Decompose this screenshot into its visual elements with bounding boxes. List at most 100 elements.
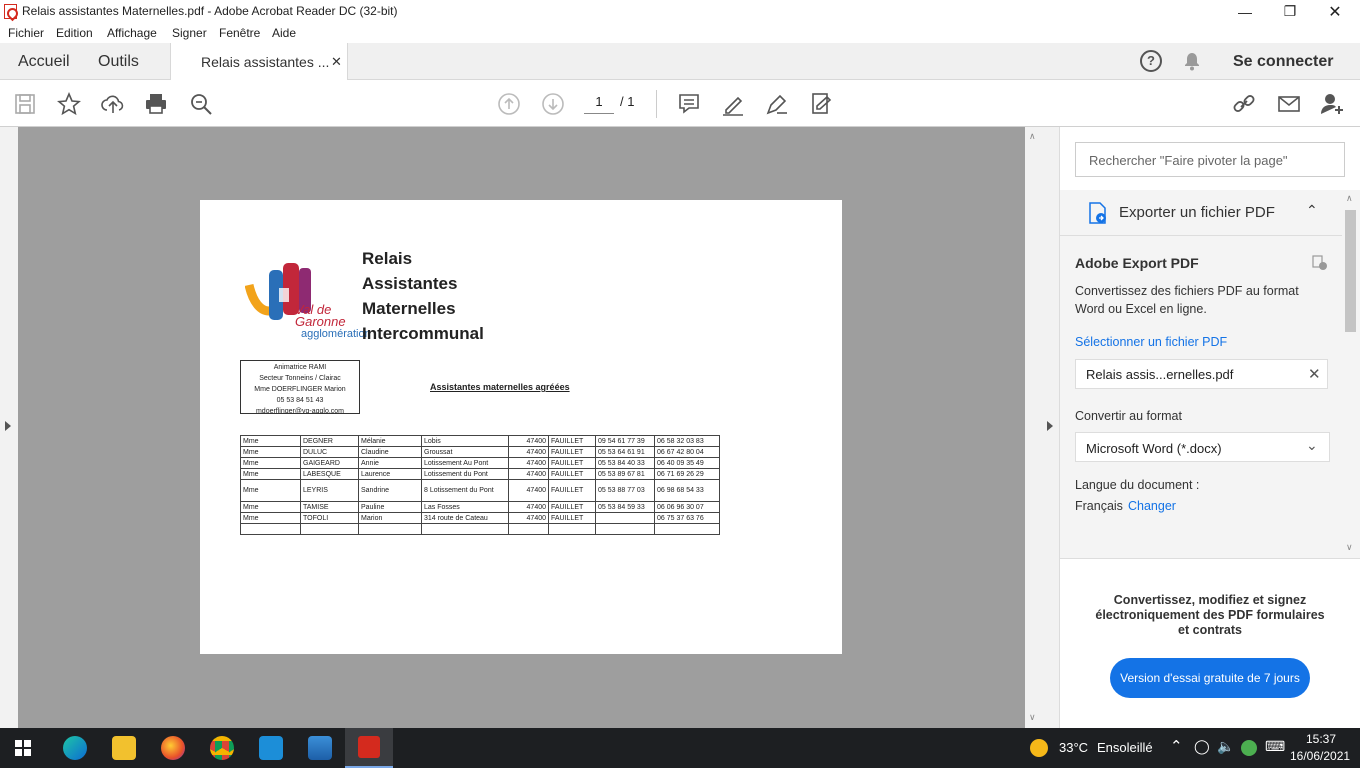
- val-de-garonne-logo: Val de Garonne agglomération: [244, 260, 371, 340]
- table-cell: Mme: [240, 457, 301, 469]
- table-row: Mme LEYRIS Sandrine 8 Lotissement du Pont 47…: [240, 479, 720, 502]
- panel-scroll-thumb[interactable]: [1345, 210, 1356, 332]
- tools-search-input[interactable]: Rechercher "Faire pivoter la page": [1075, 142, 1345, 177]
- file-explorer-icon[interactable]: [112, 736, 136, 760]
- table-cell: 47400: [508, 512, 549, 524]
- acrobat-taskbar-button[interactable]: [345, 728, 393, 768]
- menu-aide[interactable]: Aide: [272, 26, 296, 40]
- window-title: Relais assistantes Maternelles.pdf - Ado…: [22, 4, 398, 18]
- export-pdf-icon: [1085, 201, 1109, 225]
- weather-description[interactable]: Ensoleillé: [1097, 740, 1153, 755]
- tab-accueil[interactable]: Accueil: [18, 43, 70, 80]
- clock-time[interactable]: 15:37: [1306, 732, 1336, 746]
- network-icon[interactable]: ◯: [1194, 738, 1210, 755]
- clock-date[interactable]: 16/06/2021: [1290, 749, 1350, 763]
- table-cell: Lobis: [421, 435, 509, 447]
- share-link-icon[interactable]: [1231, 91, 1257, 117]
- panel-scrollbar[interactable]: ∧ ∨: [1342, 190, 1360, 558]
- table-cell: FAUILLET: [548, 479, 596, 502]
- info-icon[interactable]: [1312, 255, 1328, 271]
- panel-scroll-up-icon[interactable]: ∧: [1346, 193, 1353, 204]
- export-pdf-title[interactable]: Exporter un fichier PDF: [1119, 204, 1275, 221]
- scroll-down-icon[interactable]: ∨: [1029, 712, 1036, 723]
- volume-muted-icon[interactable]: 🔈: [1217, 738, 1234, 755]
- close-tab-icon[interactable]: ✕: [331, 54, 342, 70]
- sign-in-button[interactable]: Se connecter: [1233, 43, 1333, 80]
- windows-start-icon[interactable]: [15, 740, 31, 756]
- zoom-search-icon[interactable]: [188, 91, 214, 117]
- edge-icon[interactable]: [63, 736, 87, 760]
- format-select[interactable]: Microsoft Word (*.docx) ⌄: [1075, 432, 1330, 462]
- change-language-link[interactable]: Changer: [1128, 499, 1176, 513]
- highlight-pen-icon[interactable]: [720, 91, 746, 117]
- table-row: Mme TOFOLI Marion 314 route de Cateau 47400 F…: [240, 512, 720, 524]
- print-icon[interactable]: [143, 91, 169, 117]
- table-cell: LEYRIS: [300, 479, 359, 502]
- right-panel-toggle-strip: [1041, 127, 1060, 728]
- scroll-up-icon[interactable]: ∧: [1029, 131, 1036, 142]
- table-cell: [240, 523, 301, 535]
- convert-format-label: Convertir au format: [1075, 409, 1182, 423]
- help-icon[interactable]: ?: [1140, 50, 1162, 72]
- page-total: / 1: [620, 94, 635, 109]
- table-cell: [300, 523, 359, 535]
- selected-file-field[interactable]: Relais assis...ernelles.pdf ✕: [1075, 359, 1328, 389]
- table-cell: 47400: [508, 468, 549, 480]
- table-cell: 8 Lotissement du Pont: [421, 479, 509, 502]
- contact-line-5: mdoerflinger@vg-agglo.com: [255, 408, 345, 414]
- comment-icon[interactable]: [676, 91, 702, 117]
- collapse-section-icon[interactable]: ⌃: [1306, 202, 1318, 219]
- bookmark-star-icon[interactable]: [56, 91, 82, 117]
- upload-cloud-icon[interactable]: [100, 91, 126, 117]
- remove-file-icon[interactable]: ✕: [1308, 365, 1321, 383]
- free-trial-button[interactable]: Version d'essai gratuite de 7 jours: [1110, 658, 1310, 698]
- table-cell: Lotissement du Pont: [421, 468, 509, 480]
- table-cell: 06 75 37 63 76: [654, 512, 720, 524]
- menu-fenetre[interactable]: Fenêtre: [219, 26, 260, 40]
- email-icon[interactable]: [1276, 91, 1302, 117]
- left-panel-strip: [0, 127, 18, 728]
- menu-signer[interactable]: Signer: [172, 26, 207, 40]
- sign-pen-icon[interactable]: [764, 91, 790, 117]
- save-icon[interactable]: [12, 91, 38, 117]
- select-file-link[interactable]: Sélectionner un fichier PDF: [1075, 335, 1227, 349]
- tab-outils[interactable]: Outils: [98, 43, 139, 80]
- table-row: Mme GAIGEARD Annie Lotissement Au Pont 47400…: [240, 457, 720, 469]
- document-subtitle: Assistantes maternelles agréées: [430, 382, 570, 392]
- weather-temperature[interactable]: 33°C: [1059, 740, 1088, 755]
- tab-document[interactable]: Relais assistantes ... ✕: [170, 43, 348, 81]
- page-number-input[interactable]: 1: [584, 94, 614, 114]
- menu-fichier[interactable]: Fichier: [8, 26, 44, 40]
- maximize-button[interactable]: ❐: [1267, 0, 1313, 23]
- collapse-right-panel-icon[interactable]: [1047, 421, 1053, 431]
- document-scrollbar[interactable]: ∧ ∨: [1025, 127, 1041, 728]
- table-cell: Mme: [240, 512, 301, 524]
- menu-affichage[interactable]: Affichage: [107, 26, 157, 40]
- expand-left-panel-icon[interactable]: [5, 421, 11, 431]
- table-cell: 05 53 89 67 81: [595, 468, 655, 480]
- chrome-icon[interactable]: [210, 736, 234, 760]
- firefox-icon[interactable]: [161, 736, 185, 760]
- show-hidden-icons-icon[interactable]: ⌃: [1170, 737, 1183, 755]
- logo-line-3: agglomération: [301, 328, 371, 340]
- panel-scroll-down-icon[interactable]: ∨: [1346, 542, 1353, 553]
- keyboard-icon[interactable]: ⌨: [1265, 738, 1285, 755]
- table-cell: 47400: [508, 457, 549, 469]
- close-window-button[interactable]: ✕: [1312, 0, 1358, 23]
- table-cell: Claudine: [358, 446, 422, 458]
- more-tools-icon[interactable]: [808, 91, 834, 117]
- title-bar: Relais assistantes Maternelles.pdf - Ado…: [0, 0, 1360, 23]
- toolbar: 1 / 1: [0, 80, 1360, 127]
- add-user-icon[interactable]: [1319, 91, 1345, 117]
- tray-app-icon[interactable]: [1241, 740, 1257, 756]
- notification-bell-icon[interactable]: [1182, 51, 1202, 71]
- table-cell: FAUILLET: [548, 457, 596, 469]
- next-page-icon[interactable]: [540, 91, 566, 117]
- teamviewer-icon[interactable]: [259, 736, 283, 760]
- previous-page-icon[interactable]: [496, 91, 522, 117]
- minimize-button[interactable]: —: [1222, 0, 1268, 23]
- menu-edition[interactable]: Edition: [56, 26, 93, 40]
- table-cell: Las Fosses: [421, 501, 509, 513]
- photos-icon[interactable]: [308, 736, 332, 760]
- heading-line-4: Intercommunal: [362, 324, 484, 343]
